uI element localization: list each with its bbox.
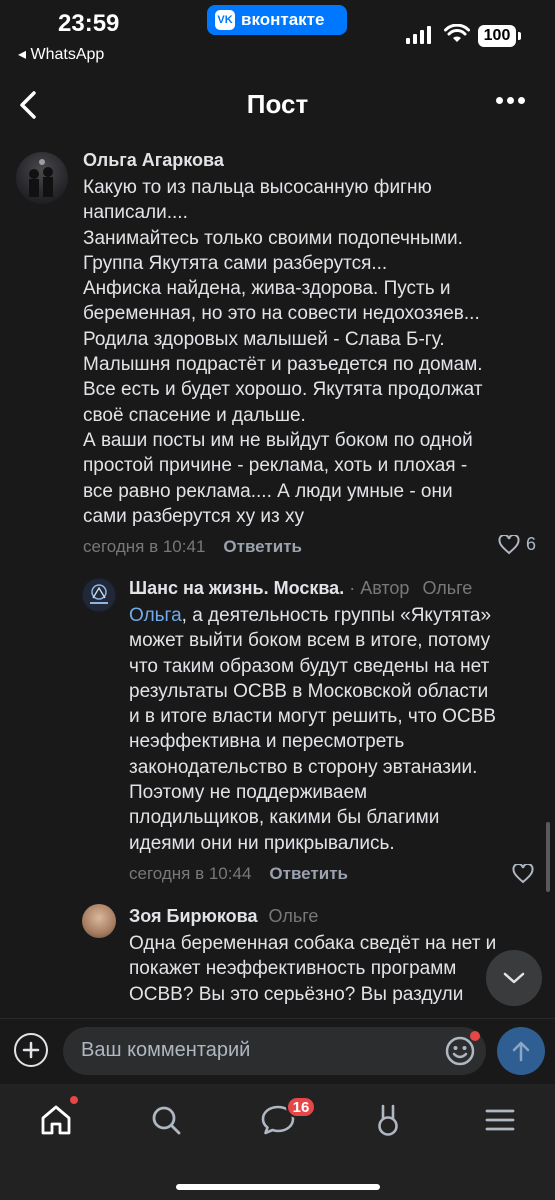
comment-meta: сегодня в 10:41 Ответить bbox=[83, 537, 543, 557]
tab-menu[interactable] bbox=[480, 1100, 520, 1140]
chevron-down-icon bbox=[503, 972, 525, 984]
search-icon bbox=[152, 1106, 181, 1135]
plus-icon bbox=[22, 1041, 40, 1059]
comment-time: сегодня в 10:41 bbox=[83, 537, 206, 557]
comment-time: сегодня в 10:44 bbox=[129, 863, 252, 883]
mention-link[interactable]: Ольга bbox=[129, 605, 182, 626]
emoji-notification-dot bbox=[470, 1031, 480, 1041]
comment-author-line: Зоя Бирюкова Ольге bbox=[129, 904, 544, 928]
comment-meta: сегодня в 10:44 Ответить bbox=[129, 864, 544, 884]
heart-icon bbox=[512, 864, 534, 884]
comment-author[interactable]: Ольга Агаркова bbox=[83, 148, 543, 172]
avatar[interactable] bbox=[82, 578, 116, 612]
comment-text-body: , а деятельность группы «Якутята» может … bbox=[129, 605, 496, 854]
status-time: 23:59 bbox=[58, 10, 120, 37]
battery-tip bbox=[518, 32, 521, 40]
comment-text: Одна беременная собака сведёт на нет и п… bbox=[129, 933, 497, 1005]
scrollbar[interactable] bbox=[546, 822, 550, 892]
nav-bar: Пост bbox=[0, 75, 555, 133]
comment-author[interactable]: Зоя Бирюкова bbox=[129, 906, 258, 926]
messages-badge: 16 bbox=[286, 1096, 316, 1118]
vk-pill-label: вконтакте bbox=[241, 10, 325, 29]
reply-button[interactable]: Ответить bbox=[269, 864, 348, 884]
more-options-icon[interactable] bbox=[496, 97, 525, 104]
avatar[interactable] bbox=[82, 904, 116, 938]
vk-app-pill[interactable]: VK вконтакте bbox=[207, 5, 347, 35]
comment-text: Ольга, а деятельность группы «Якутята» м… bbox=[129, 603, 544, 856]
menu-icon bbox=[485, 1109, 515, 1131]
wifi-icon bbox=[444, 24, 470, 42]
reply-to: Ольге bbox=[268, 906, 319, 926]
comment-author[interactable]: Шанс на жизнь. Москва. bbox=[129, 578, 344, 598]
avatar[interactable] bbox=[16, 152, 68, 204]
home-notification-dot bbox=[70, 1096, 78, 1104]
back-to-app-link[interactable]: ◂ WhatsApp bbox=[18, 44, 104, 64]
attach-button[interactable] bbox=[14, 1033, 48, 1067]
group-logo-icon bbox=[83, 579, 115, 611]
arrow-up-icon bbox=[512, 1041, 530, 1062]
comment-author-line: Шанс на жизнь. Москва. · Автор Ольге bbox=[129, 576, 544, 600]
tab-home[interactable] bbox=[36, 1100, 76, 1140]
author-role: · Автор bbox=[344, 578, 410, 598]
scroll-down-button[interactable] bbox=[486, 950, 542, 1006]
reply-button[interactable]: Ответить bbox=[223, 537, 302, 557]
avatar-photo-icon bbox=[29, 159, 53, 197]
tab-search[interactable] bbox=[146, 1100, 186, 1140]
status-bar: 23:59 ◂ WhatsApp VK вконтакте 100 bbox=[0, 0, 555, 70]
tab-services[interactable] bbox=[368, 1100, 408, 1140]
comment-item: Зоя Бирюкова Ольге Одна беременная собак… bbox=[82, 904, 546, 1018]
like-count: 6 bbox=[526, 534, 537, 554]
vk-logo-icon: VK bbox=[215, 10, 235, 30]
services-icon bbox=[378, 1104, 398, 1136]
comment-input-placeholder: Ваш комментарий bbox=[81, 1039, 251, 1061]
home-icon bbox=[41, 1105, 71, 1135]
comment-composer: Ваш комментарий bbox=[0, 1018, 555, 1082]
like-button[interactable]: 6 bbox=[498, 534, 536, 555]
heart-icon bbox=[498, 534, 520, 554]
send-button[interactable] bbox=[497, 1027, 545, 1075]
battery-indicator: 100 bbox=[478, 25, 516, 47]
like-button[interactable] bbox=[512, 864, 534, 884]
tab-bar: 16 bbox=[0, 1084, 555, 1200]
page-title: Пост bbox=[246, 89, 309, 119]
home-indicator bbox=[176, 1184, 380, 1190]
comment-text: Какую то из пальца высосанную фигню напи… bbox=[83, 177, 483, 527]
cellular-signal-icon bbox=[406, 26, 431, 44]
comment-input[interactable]: Ваш комментарий bbox=[63, 1027, 486, 1075]
reply-to: Ольге bbox=[422, 578, 473, 598]
